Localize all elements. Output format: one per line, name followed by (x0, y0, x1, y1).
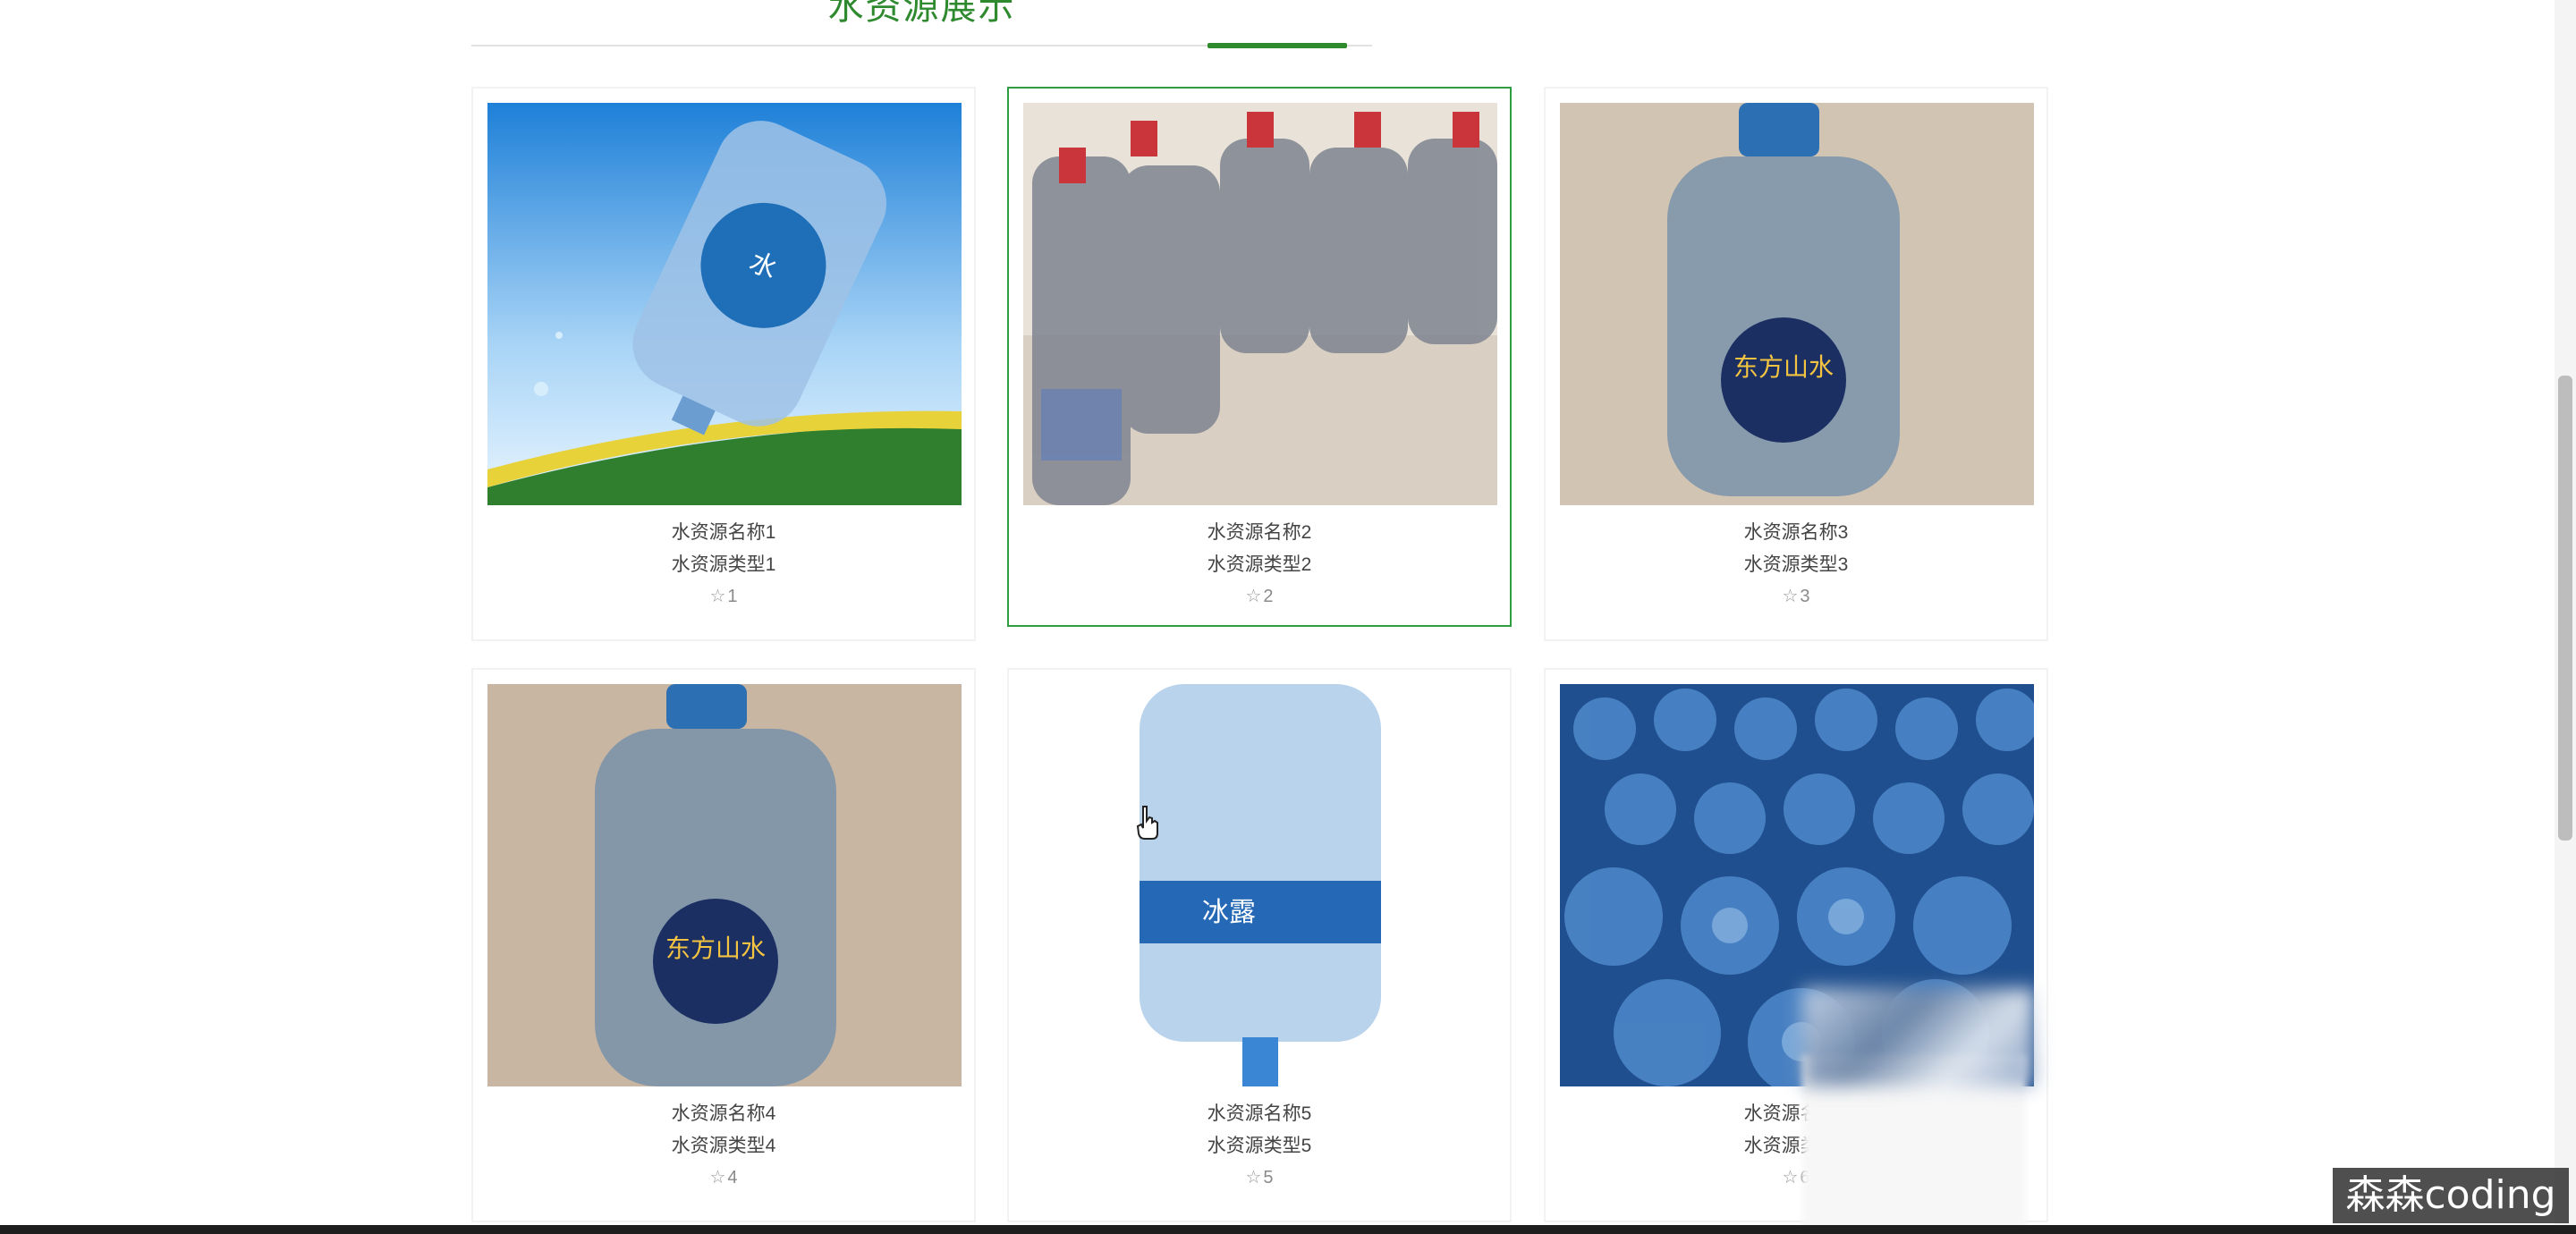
favorite-number: 4 (727, 1168, 738, 1188)
water-card[interactable]: 东方山水 水资源名称3 水资源类型3 ☆ 3 (1544, 87, 2048, 641)
svg-text:东方山水: 东方山水 (1733, 352, 1834, 382)
favorite-number: 3 (1800, 587, 1810, 606)
hand-pointer-icon (1136, 806, 1158, 840)
section-accent-underline (1208, 43, 1347, 48)
section-header: 水资源展示 (471, 0, 1372, 48)
favorite-count: ☆ 5 (1009, 1166, 1510, 1188)
favorite-count: ☆ 4 (473, 1166, 974, 1188)
water-image[interactable]: 东方山水 (487, 684, 962, 1086)
water-card[interactable]: 东方山水 水资源名称4 水资源类型4 ☆ 4 (471, 668, 976, 1222)
star-icon[interactable]: ☆ (1782, 1168, 1798, 1188)
water-type: 水资源类型2 (1207, 554, 1312, 575)
vertical-scrollbar[interactable] (2555, 0, 2576, 1234)
water-name: 水资源名称5 (1207, 1103, 1312, 1124)
svg-text:东方山水: 东方山水 (665, 934, 766, 963)
water-type: 水资源类型5 (1207, 1136, 1312, 1156)
favorite-number: 5 (1263, 1168, 1274, 1188)
watermark-label: 森森coding (2333, 1168, 2569, 1223)
star-icon[interactable]: ☆ (1245, 1168, 1261, 1188)
water-type: 水资源类型3 (1743, 554, 1849, 575)
water-card[interactable]: 水 水资源名称1 水资源类型1 ☆ 1 (471, 87, 976, 641)
star-icon[interactable]: ☆ (709, 1168, 725, 1188)
favorite-count: ☆ 3 (1546, 585, 2046, 607)
favorite-number: 1 (727, 587, 738, 606)
star-icon[interactable]: ☆ (709, 587, 725, 606)
star-icon[interactable]: ☆ (1245, 587, 1261, 606)
water-image[interactable]: 冰露 (1023, 684, 1497, 1086)
star-icon[interactable]: ☆ (1782, 587, 1798, 606)
water-name: 水资源名称1 (671, 522, 776, 543)
water-image[interactable]: 东方山水 (1560, 103, 2034, 505)
blurred-image-region (1802, 988, 2035, 1086)
scrollbar-thumb[interactable] (2558, 376, 2572, 841)
water-name: 水资源名称2 (1207, 522, 1312, 543)
water-name: 水资源名称3 (1743, 522, 1849, 543)
bottom-edge (0, 1225, 2576, 1234)
svg-text:冰露: 冰露 (1202, 897, 1256, 928)
water-name: 水资源名称4 (671, 1103, 776, 1124)
water-card[interactable]: 水资源名称2 水资源类型2 ☆ 2 (1007, 87, 1512, 627)
water-image[interactable] (1023, 103, 1497, 505)
favorite-count: ☆ 2 (1009, 585, 1510, 607)
favorite-count: ☆ 1 (473, 585, 974, 607)
water-type: 水资源类型4 (671, 1136, 776, 1156)
water-type: 水资源类型1 (671, 554, 776, 575)
section-title: 水资源展示 (827, 0, 1016, 27)
water-image[interactable]: 水 (487, 103, 962, 505)
water-card[interactable]: 冰露 水资源名称5 水资源类型5 ☆ 5 (1007, 668, 1512, 1222)
favorite-number: 2 (1263, 587, 1274, 606)
